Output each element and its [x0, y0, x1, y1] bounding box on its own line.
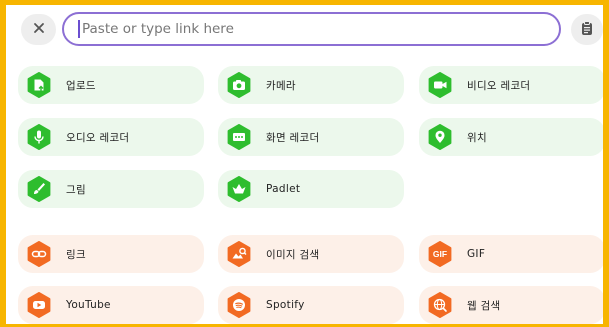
padlet-option[interactable]: Padlet	[218, 170, 404, 208]
clipboard-icon	[580, 20, 594, 40]
screen-record-icon	[226, 124, 252, 150]
image-search-icon	[226, 241, 252, 267]
video-camera-icon	[427, 72, 453, 98]
camera-option[interactable]: 카메라	[218, 66, 404, 104]
gif-option[interactable]: GIF GIF	[419, 235, 603, 273]
location-label: 위치	[467, 131, 487, 144]
screen-recorder-label: 화면 레코더	[266, 131, 320, 144]
close-button[interactable]	[21, 14, 56, 45]
globe-search-icon	[427, 292, 453, 318]
audio-recorder-label: 오디오 레코더	[66, 131, 130, 144]
link-label: 링크	[66, 248, 86, 261]
image-search-option[interactable]: 이미지 검색	[218, 235, 404, 273]
location-option[interactable]: 위치	[419, 118, 603, 156]
gif-icon: GIF	[427, 241, 453, 267]
audio-recorder-option[interactable]: 오디오 레코더	[18, 118, 204, 156]
youtube-option[interactable]: YouTube	[18, 286, 204, 324]
upload-file-icon	[26, 72, 52, 98]
image-search-label: 이미지 검색	[266, 248, 320, 261]
link-search-input[interactable]: Paste or type link here	[62, 12, 561, 46]
link-option[interactable]: 링크	[18, 235, 204, 273]
link-icon	[26, 241, 52, 267]
drawing-label: 그림	[66, 183, 86, 196]
svg-text:GIF: GIF	[433, 249, 447, 259]
gif-label: GIF	[467, 248, 486, 260]
video-recorder-label: 비디오 레코더	[467, 79, 531, 92]
web-search-option[interactable]: 웹 검색	[419, 286, 603, 324]
attachment-picker-panel: Paste or type link here 업로드 카메라 비디오 레코더 …	[0, 0, 609, 327]
camera-label: 카메라	[266, 79, 296, 92]
spotify-icon	[226, 292, 252, 318]
camera-icon	[226, 72, 252, 98]
video-recorder-option[interactable]: 비디오 레코더	[419, 66, 603, 104]
screen-recorder-option[interactable]: 화면 레코더	[218, 118, 404, 156]
youtube-label: YouTube	[66, 299, 111, 311]
spotify-option[interactable]: Spotify	[218, 286, 404, 324]
spotify-label: Spotify	[266, 299, 305, 311]
padlet-label: Padlet	[266, 183, 301, 195]
web-search-label: 웹 검색	[467, 299, 501, 312]
youtube-icon	[26, 292, 52, 318]
microphone-icon	[26, 124, 52, 150]
search-placeholder: Paste or type link here	[82, 21, 234, 37]
padlet-icon	[226, 176, 252, 202]
upload-option[interactable]: 업로드	[18, 66, 204, 104]
top-bar: Paste or type link here	[6, 5, 603, 50]
text-cursor	[78, 20, 80, 38]
brush-icon	[26, 176, 52, 202]
drawing-option[interactable]: 그림	[18, 170, 204, 208]
paste-clipboard-button[interactable]	[571, 14, 603, 45]
map-pin-icon	[427, 124, 453, 150]
close-icon	[32, 20, 46, 39]
upload-label: 업로드	[66, 79, 96, 92]
